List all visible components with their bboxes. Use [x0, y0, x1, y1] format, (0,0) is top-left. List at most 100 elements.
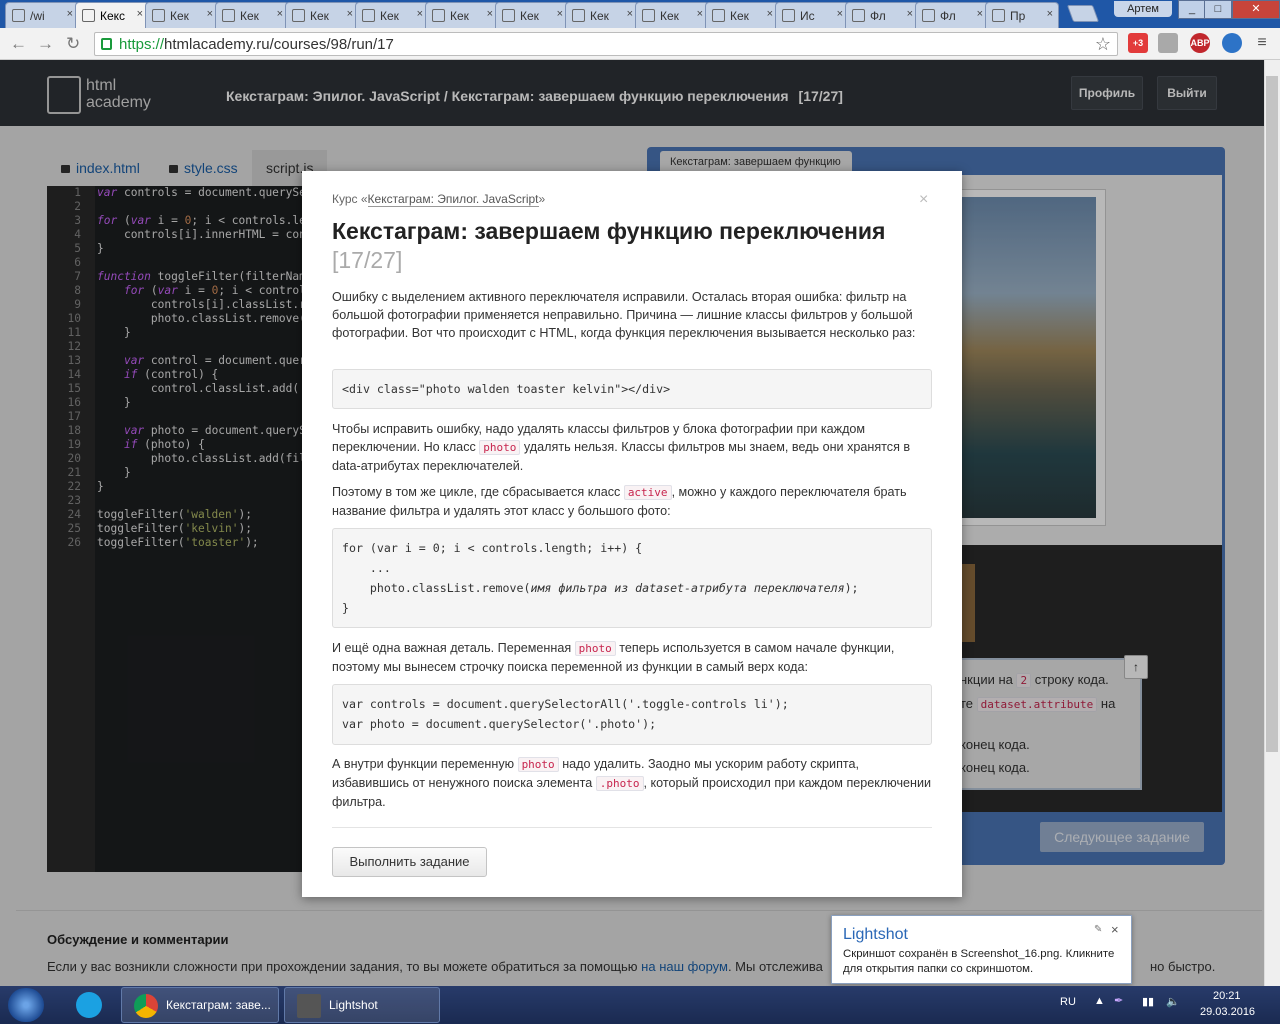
modal-course-line: Курс «Кекстаграм: Эпилог. JavaScript»: [332, 192, 545, 207]
p5-code: photo: [517, 757, 559, 772]
address-bar[interactable]: https://htmlacademy.ru/courses/98/run/17…: [94, 32, 1118, 56]
reload-icon[interactable]: ↻: [66, 34, 80, 54]
lightshot-body[interactable]: Скриншот сохранён в Screenshot_16.png. К…: [843, 947, 1128, 977]
language-indicator[interactable]: RU: [1060, 996, 1076, 1008]
modal-close-icon[interactable]: ×: [919, 191, 928, 209]
maximize-button[interactable]: □: [1204, 0, 1232, 19]
browser-tab[interactable]: Кек ×: [285, 2, 359, 28]
code3-line1: var controls = document.querySelectorAll…: [342, 697, 789, 711]
browser-tab[interactable]: Кек ×: [635, 2, 709, 28]
volume-icon[interactable]: 🔈: [1166, 995, 1180, 1008]
lightshot-notification[interactable]: Lightshot ✎ × Скриншот сохранён в Screen…: [831, 915, 1132, 984]
browser-tab[interactable]: Ис ×: [775, 2, 849, 28]
taskbar-chrome[interactable]: Кекстаграм: заве...: [121, 987, 279, 1023]
tab-close-icon[interactable]: ×: [557, 8, 563, 20]
tab-close-icon[interactable]: ×: [767, 8, 773, 20]
browser-tab-title: Фл: [940, 9, 956, 23]
back-icon[interactable]: ←: [10, 34, 27, 54]
browser-tab[interactable]: Пр ×: [985, 2, 1059, 28]
browser-tab-title: /wi: [30, 9, 45, 23]
tab-close-icon[interactable]: ×: [837, 8, 843, 20]
tab-close-icon[interactable]: ×: [417, 8, 423, 20]
tab-close-icon[interactable]: ×: [67, 8, 73, 20]
skype-icon[interactable]: [76, 992, 102, 1018]
chrome-icon: [134, 994, 158, 1018]
browser-tab-title: Кек: [310, 9, 329, 23]
tab-close-icon[interactable]: ×: [907, 8, 913, 20]
url-text: htmlacademy.ru/courses/98/run/17: [164, 36, 394, 53]
start-button-icon[interactable]: [8, 988, 44, 1022]
page-scrollbar-thumb[interactable]: [1266, 76, 1278, 752]
p3-text-a: Поэтому в том же цикле, где сбрасывается…: [332, 485, 621, 499]
window-close-button[interactable]: ✕: [1232, 0, 1280, 19]
notification-close-icon[interactable]: ×: [1111, 922, 1119, 937]
code3-line2: var photo = document.querySelector('.pho…: [342, 717, 657, 731]
clock-time[interactable]: 20:21: [1213, 990, 1241, 1002]
lock-icon: [101, 38, 112, 50]
adblock-icon[interactable]: ABP: [1190, 33, 1210, 53]
modal-paragraph-4: И ещё одна важная деталь. Переменная pho…: [332, 639, 932, 676]
browser-tab[interactable]: Фл ×: [915, 2, 989, 28]
tab-close-icon[interactable]: ×: [137, 8, 143, 20]
course-link[interactable]: Кекстаграм: Эпилог. JavaScript: [367, 192, 539, 207]
lightshot-tray-icon[interactable]: ✒: [1114, 994, 1123, 1007]
browser-tab[interactable]: Кек ×: [145, 2, 219, 28]
modal-title: Кекстаграм: завершаем функцию переключен…: [332, 217, 932, 275]
browser-tab[interactable]: Фл ×: [845, 2, 919, 28]
academy-icon: [922, 9, 935, 22]
browser-tab-title: Кек: [660, 9, 679, 23]
academy-icon: [82, 9, 95, 22]
p5-text-a: А внутри функции переменную: [332, 757, 515, 771]
tab-close-icon[interactable]: ×: [487, 8, 493, 20]
browser-tab[interactable]: Кек ×: [355, 2, 429, 28]
browser-tab-title: Кек: [170, 9, 189, 23]
browser-tab[interactable]: Кек ×: [215, 2, 289, 28]
browser-tab[interactable]: /wi ×: [5, 2, 79, 28]
taskbar-chrome-title: Кекстаграм: заве...: [166, 998, 271, 1012]
clock-date[interactable]: 29.03.2016: [1200, 1006, 1255, 1018]
browser-tab[interactable]: Кек ×: [495, 2, 569, 28]
globe-icon[interactable]: [1222, 33, 1242, 53]
code2-line3-a: photo.classList.remove(: [342, 581, 531, 595]
browser-tab[interactable]: Кекс ×: [75, 2, 149, 28]
system-tray: RU ▲ ✒ ▮▮ 🔈 20:21 29.03.2016: [1050, 986, 1280, 1024]
lightshot-title: Lightshot: [843, 926, 908, 943]
p4-code: photo: [574, 641, 616, 656]
browser-tab-title: Кек: [450, 9, 469, 23]
tab-close-icon[interactable]: ×: [207, 8, 213, 20]
extension-badge-icon[interactable]: +3: [1128, 33, 1148, 53]
tab-close-icon[interactable]: ×: [627, 8, 633, 20]
tab-close-icon[interactable]: ×: [277, 8, 283, 20]
network-icon[interactable]: ▮▮: [1142, 995, 1154, 1008]
tab-close-icon[interactable]: ×: [347, 8, 353, 20]
bookmark-star-icon[interactable]: ☆: [1095, 34, 1111, 55]
menu-icon[interactable]: ≡: [1252, 33, 1272, 53]
minimize-button[interactable]: _: [1178, 0, 1206, 19]
modal-paragraph-5: А внутри функции переменную photo надо у…: [332, 755, 932, 811]
course-prefix: Курс «: [332, 192, 368, 206]
academy-icon: [572, 9, 585, 22]
browser-tab-title: Кек: [380, 9, 399, 23]
browser-tab[interactable]: Кек ×: [425, 2, 499, 28]
pin-icon[interactable]: ✎: [1094, 924, 1102, 935]
complete-task-button[interactable]: Выполнить задание: [332, 847, 487, 877]
tab-close-icon[interactable]: ×: [697, 8, 703, 20]
tray-expand-icon[interactable]: ▲: [1094, 995, 1105, 1007]
taskbar-lightshot[interactable]: Lightshot: [284, 987, 440, 1023]
code2-line2: ...: [342, 561, 391, 575]
browser-tab-title: Ис: [800, 9, 815, 23]
shield-icon[interactable]: [1158, 33, 1178, 53]
modal-paragraph-2: Чтобы исправить ошибку, надо удалять кла…: [332, 420, 932, 475]
browser-tab-strip: /wi × Кекс × Кек × Кек × Кек × Кек × Кек × Кек × Кек × Кек…: [0, 0, 1280, 28]
modal-divider: [332, 827, 932, 828]
browser-tab[interactable]: Кек ×: [565, 2, 639, 28]
profile-name-badge[interactable]: Артем: [1114, 1, 1172, 17]
academy-icon: [152, 9, 165, 22]
new-tab-button[interactable]: [1066, 5, 1100, 22]
code2-line1: for (var i = 0; i < controls.length; i++…: [342, 541, 643, 555]
tab-close-icon[interactable]: ×: [1047, 8, 1053, 20]
browser-tab[interactable]: Кек ×: [705, 2, 779, 28]
taskbar-lightshot-title: Lightshot: [329, 998, 378, 1012]
tab-close-icon[interactable]: ×: [977, 8, 983, 20]
forward-icon[interactable]: →: [37, 34, 54, 54]
